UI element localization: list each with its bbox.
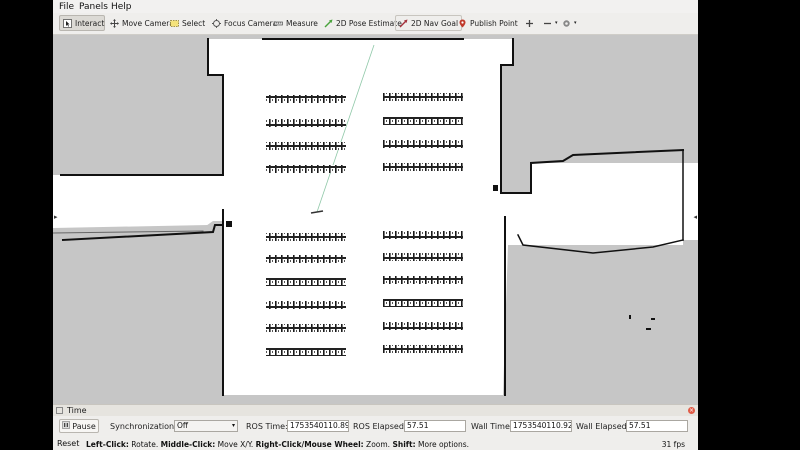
middle-click-key: Middle-Click:	[160, 440, 216, 449]
3d-render-view[interactable]: ▸ ◂	[53, 35, 698, 404]
wall-time-field[interactable]: 1753540110.92	[510, 420, 572, 432]
wall-elapsed-label: Wall Elapsed:	[576, 422, 630, 431]
right-click-desc: Zoom.	[363, 440, 393, 449]
chevron-down-icon: ▾	[231, 422, 235, 429]
ros-elapsed-field[interactable]: 57.51	[404, 420, 466, 432]
tools-toolbar: Interact Move Camera Select Focus Camera…	[53, 13, 698, 35]
pause-label: Pause	[72, 421, 96, 431]
move-camera-icon	[110, 18, 119, 28]
measure-icon	[274, 19, 283, 28]
pose-estimate-tool-label: 2D Pose Estimate	[336, 18, 402, 28]
pause-button[interactable]: Pause	[59, 419, 99, 433]
select-tool-button[interactable]: Select	[167, 15, 208, 31]
fps-counter: 31 fps	[661, 440, 685, 449]
middle-click-desc: Move X/Y.	[215, 440, 256, 449]
publish-point-tool-label: Publish Point	[470, 18, 518, 28]
time-panel-header: Time ×	[53, 404, 698, 416]
measure-tool-button[interactable]: Measure	[271, 15, 321, 31]
tool-properties-dropdown-icon: ▾	[574, 20, 577, 26]
remove-tool-dropdown-icon: ▾	[555, 20, 558, 26]
pose-estimate-tool-button[interactable]: 2D Pose Estimate	[321, 15, 405, 31]
occupancy-grid-map	[53, 35, 698, 404]
interact-tool-button[interactable]: Interact	[59, 15, 105, 31]
ros-time-label: ROS Time:	[246, 422, 288, 431]
status-bar: Reset Left-Click: Rotate. Middle-Click: …	[53, 437, 698, 450]
select-tool-label: Select	[182, 18, 206, 28]
rviz-window: File Panels Help Interact Move Camera Se…	[53, 0, 698, 450]
add-tool-button[interactable]	[522, 15, 537, 31]
nav-goal-icon	[399, 19, 408, 28]
synchronization-select[interactable]: Off ▾	[174, 420, 238, 432]
left-panel-collapse-icon[interactable]: ▸	[54, 213, 58, 221]
remove-tool-icon	[543, 19, 552, 28]
publish-point-icon	[458, 19, 467, 28]
cursor-icon	[63, 18, 72, 28]
left-click-key: Left-Click:	[86, 440, 129, 449]
nav-goal-tool-label: 2D Nav Goal	[411, 18, 459, 28]
interact-tool-label: Interact	[75, 18, 105, 28]
menu-file[interactable]: File	[59, 2, 74, 12]
measure-tool-label: Measure	[286, 18, 318, 28]
menu-panels[interactable]: Panels	[79, 2, 108, 12]
close-icon[interactable]: ×	[688, 407, 695, 414]
tool-properties-button[interactable]: ▾	[559, 15, 580, 31]
pause-icon	[62, 421, 71, 431]
right-panel-collapse-icon[interactable]: ◂	[693, 213, 697, 221]
reset-button[interactable]: Reset	[57, 439, 79, 448]
ros-time-field[interactable]: 1753540110.89	[287, 420, 349, 432]
tool-properties-icon	[562, 19, 571, 28]
synchronization-value: Off	[177, 421, 189, 430]
menu-bar: File Panels Help	[53, 0, 698, 13]
focus-camera-icon	[212, 18, 221, 28]
right-click-key: Right-Click/Mouse Wheel:	[255, 440, 364, 449]
time-panel-title: Time	[67, 406, 87, 415]
select-icon	[170, 19, 179, 28]
remove-tool-button[interactable]: ▾	[540, 15, 561, 31]
wall-elapsed-field[interactable]: 57.51	[626, 420, 688, 432]
nav-goal-tool-button[interactable]: 2D Nav Goal	[395, 15, 463, 31]
add-tool-icon	[525, 19, 534, 28]
time-panel-float-icon[interactable]	[56, 407, 63, 414]
focus-camera-tool-label: Focus Camera	[224, 18, 278, 28]
left-click-desc: Rotate.	[128, 440, 161, 449]
wall-time-label: Wall Time:	[471, 422, 513, 431]
focus-camera-tool-button[interactable]: Focus Camera	[209, 15, 280, 31]
pose-estimate-icon	[324, 19, 333, 28]
ros-elapsed-label: ROS Elapsed:	[353, 422, 407, 431]
status-hint: Left-Click: Rotate. Middle-Click: Move X…	[86, 440, 469, 449]
shift-key: Shift:	[392, 440, 416, 449]
shift-desc: More options.	[415, 440, 469, 449]
menu-help[interactable]: Help	[111, 2, 132, 12]
time-panel: Pause Synchronization: Off ▾ ROS Time: 1…	[53, 416, 698, 436]
synchronization-label: Synchronization:	[110, 422, 177, 431]
publish-point-tool-button[interactable]: Publish Point	[455, 15, 521, 31]
